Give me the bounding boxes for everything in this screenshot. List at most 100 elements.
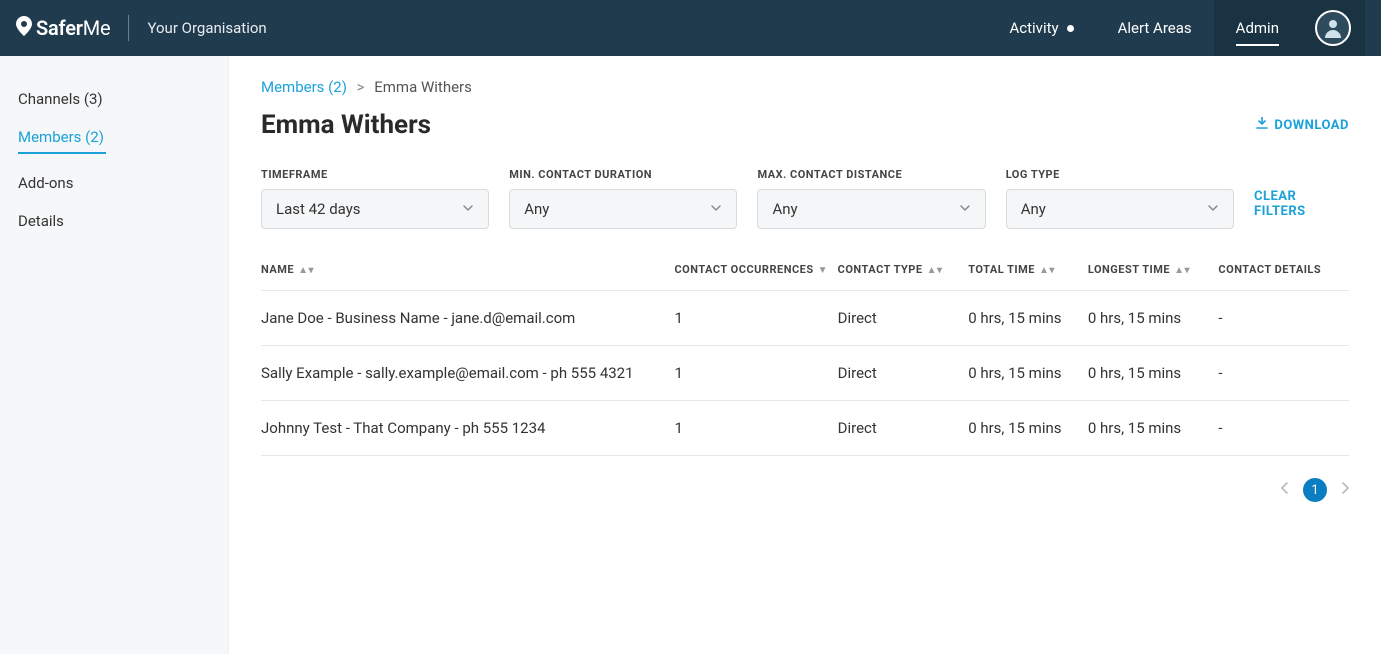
chevron-down-icon bbox=[462, 200, 474, 218]
page-title: Emma Withers bbox=[261, 110, 431, 140]
header-label: TOTAL TIME bbox=[968, 263, 1035, 276]
brand-text-suffix: Me bbox=[83, 16, 111, 40]
download-icon bbox=[1256, 117, 1268, 133]
nav-alert-areas-label: Alert Areas bbox=[1118, 19, 1192, 37]
user-avatar-icon bbox=[1315, 10, 1351, 46]
breadcrumb-current: Emma Withers bbox=[374, 78, 472, 96]
filter-label: TIMEFRAME bbox=[261, 168, 489, 181]
page-layout: Channels (3) Members (2) Add-ons Details… bbox=[0, 56, 1381, 654]
brand-text-prefix: Safer bbox=[36, 16, 83, 40]
min-duration-select[interactable]: Any bbox=[509, 189, 737, 229]
cell-name: Jane Doe - Business Name - jane.d@email.… bbox=[261, 291, 674, 346]
cell-details: - bbox=[1218, 346, 1349, 401]
filter-label: MIN. CONTACT DURATION bbox=[509, 168, 737, 181]
select-value: Any bbox=[524, 200, 549, 218]
pin-icon bbox=[16, 16, 32, 41]
app-header: SaferMe Your Organisation Activity Alert… bbox=[0, 0, 1381, 56]
breadcrumb-parent[interactable]: Members (2) bbox=[261, 78, 347, 96]
cell-total: 0 hrs, 15 mins bbox=[968, 401, 1088, 456]
header-name[interactable]: NAME ▲▾ bbox=[261, 249, 674, 291]
header-type[interactable]: CONTACT TYPE ▲▾ bbox=[838, 249, 969, 291]
header-label: LONGEST TIME bbox=[1088, 263, 1170, 276]
cell-occurrences: 1 bbox=[674, 291, 837, 346]
sort-icon: ▲▾ bbox=[927, 265, 943, 276]
chevron-down-icon bbox=[710, 200, 722, 218]
cell-details: - bbox=[1218, 401, 1349, 456]
chevron-left-icon bbox=[1281, 482, 1289, 494]
filters-row: TIMEFRAME Last 42 days MIN. CONTACT DURA… bbox=[261, 168, 1349, 229]
nav-admin-underline bbox=[1236, 44, 1279, 46]
sidebar-item-addons[interactable]: Add-ons bbox=[0, 164, 228, 202]
cell-total: 0 hrs, 15 mins bbox=[968, 291, 1088, 346]
max-distance-select[interactable]: Any bbox=[757, 189, 985, 229]
table-header-row: NAME ▲▾ CONTACT OCCURRENCES ▼ CONTACT TYPE… bbox=[261, 249, 1349, 291]
nav-admin[interactable]: Admin bbox=[1214, 0, 1301, 56]
header-details: CONTACT DETAILS bbox=[1218, 249, 1349, 291]
header-divider bbox=[128, 15, 129, 41]
sidebar-item-label: Members (2) bbox=[18, 128, 104, 146]
sort-icon: ▲▾ bbox=[1039, 265, 1055, 276]
sort-desc-icon: ▼ bbox=[818, 265, 828, 276]
download-button[interactable]: DOWNLOAD bbox=[1256, 117, 1349, 133]
chevron-down-icon bbox=[959, 200, 971, 218]
timeframe-select[interactable]: Last 42 days bbox=[261, 189, 489, 229]
sort-icon: ▲▾ bbox=[1174, 265, 1190, 276]
brand-logo[interactable]: SaferMe bbox=[16, 16, 110, 41]
header-nav: Activity Alert Areas Admin bbox=[987, 0, 1365, 56]
sidebar-item-label: Details bbox=[18, 212, 64, 230]
header-label: CONTACT OCCURRENCES bbox=[674, 263, 813, 276]
filter-timeframe: TIMEFRAME Last 42 days bbox=[261, 168, 489, 229]
sidebar-item-label: Channels (3) bbox=[18, 90, 103, 108]
cell-details: - bbox=[1218, 291, 1349, 346]
pagination: 1 bbox=[261, 478, 1349, 502]
filter-log-type: LOG TYPE Any bbox=[1006, 168, 1234, 229]
filter-label: MAX. CONTACT DISTANCE bbox=[757, 168, 985, 181]
sidebar-item-label: Add-ons bbox=[18, 174, 73, 192]
table-row[interactable]: Jane Doe - Business Name - jane.d@email.… bbox=[261, 291, 1349, 346]
sidebar-item-members[interactable]: Members (2) bbox=[0, 118, 228, 164]
clear-filters-button[interactable]: CLEAR FILTERS bbox=[1254, 189, 1349, 229]
table-row[interactable]: Sally Example - sally.example@email.com … bbox=[261, 346, 1349, 401]
cell-total: 0 hrs, 15 mins bbox=[968, 346, 1088, 401]
filter-min-duration: MIN. CONTACT DURATION Any bbox=[509, 168, 737, 229]
header-label: NAME bbox=[261, 263, 294, 276]
contacts-table: NAME ▲▾ CONTACT OCCURRENCES ▼ CONTACT TYPE… bbox=[261, 249, 1349, 456]
chevron-down-icon bbox=[1207, 200, 1219, 218]
nav-alert-areas[interactable]: Alert Areas bbox=[1096, 0, 1214, 56]
breadcrumb-separator: > bbox=[357, 78, 365, 96]
chevron-right-icon bbox=[1341, 482, 1349, 494]
header-occurrences[interactable]: CONTACT OCCURRENCES ▼ bbox=[674, 249, 837, 291]
nav-activity-label: Activity bbox=[1009, 19, 1058, 37]
pager-page-current[interactable]: 1 bbox=[1303, 478, 1327, 502]
select-value: Last 42 days bbox=[276, 200, 361, 218]
cell-longest: 0 hrs, 15 mins bbox=[1088, 401, 1219, 456]
sort-icon: ▲▾ bbox=[298, 265, 314, 276]
organisation-name[interactable]: Your Organisation bbox=[147, 19, 266, 37]
header-longest[interactable]: LONGEST TIME ▲▾ bbox=[1088, 249, 1219, 291]
cell-occurrences: 1 bbox=[674, 346, 837, 401]
table-row[interactable]: Johnny Test - That Company - ph 555 1234… bbox=[261, 401, 1349, 456]
cell-name: Johnny Test - That Company - ph 555 1234 bbox=[261, 401, 674, 456]
sidebar: Channels (3) Members (2) Add-ons Details bbox=[0, 56, 229, 654]
breadcrumb: Members (2) > Emma Withers bbox=[261, 78, 1349, 96]
user-menu[interactable] bbox=[1301, 0, 1365, 56]
filter-max-distance: MAX. CONTACT DISTANCE Any bbox=[757, 168, 985, 229]
header-total[interactable]: TOTAL TIME ▲▾ bbox=[968, 249, 1088, 291]
filter-label: LOG TYPE bbox=[1006, 168, 1234, 181]
select-value: Any bbox=[772, 200, 797, 218]
sidebar-item-details[interactable]: Details bbox=[0, 202, 228, 240]
cell-name: Sally Example - sally.example@email.com … bbox=[261, 346, 674, 401]
cell-type: Direct bbox=[838, 401, 969, 456]
log-type-select[interactable]: Any bbox=[1006, 189, 1234, 229]
cell-longest: 0 hrs, 15 mins bbox=[1088, 291, 1219, 346]
pager-prev[interactable] bbox=[1281, 482, 1289, 498]
cell-type: Direct bbox=[838, 291, 969, 346]
nav-activity[interactable]: Activity bbox=[987, 0, 1095, 56]
sidebar-active-underline bbox=[18, 152, 106, 154]
header-label: CONTACT TYPE bbox=[838, 263, 923, 276]
cell-type: Direct bbox=[838, 346, 969, 401]
title-row: Emma Withers DOWNLOAD bbox=[261, 110, 1349, 140]
download-label: DOWNLOAD bbox=[1274, 118, 1349, 133]
sidebar-item-channels[interactable]: Channels (3) bbox=[0, 80, 228, 118]
pager-next[interactable] bbox=[1341, 482, 1349, 498]
